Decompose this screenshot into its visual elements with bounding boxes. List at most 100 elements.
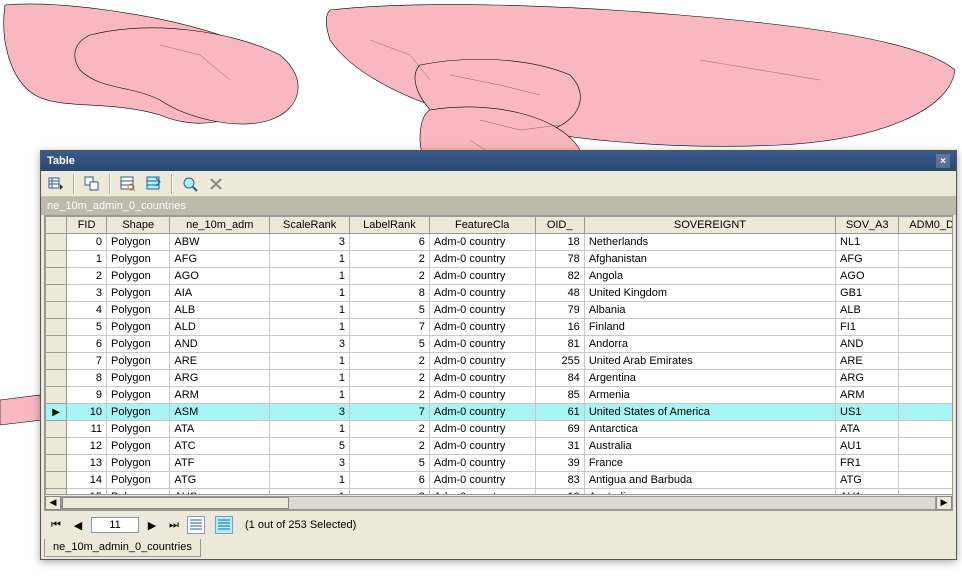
cell-dif[interactable]: 0 <box>899 472 952 489</box>
cell-fid[interactable]: 3 <box>67 285 107 302</box>
cell-scale[interactable]: 1 <box>270 251 350 268</box>
cell-label[interactable]: 5 <box>350 336 430 353</box>
cell-dif[interactable]: 0 <box>899 268 952 285</box>
cell-adm[interactable]: AIA <box>170 285 270 302</box>
cell-shape[interactable]: Polygon <box>107 438 170 455</box>
cell-sov[interactable]: United States of America <box>584 404 835 421</box>
cell-fid[interactable]: 10 <box>67 404 107 421</box>
cell-feat[interactable]: Adm-0 country <box>429 336 535 353</box>
row-selector[interactable] <box>46 353 67 370</box>
cell-shape[interactable]: Polygon <box>107 353 170 370</box>
cell-shape[interactable]: Polygon <box>107 455 170 472</box>
cell-shape[interactable]: Polygon <box>107 387 170 404</box>
table-row[interactable]: 2PolygonAGO12Adm-0 country82AngolaAGO02S… <box>46 268 953 285</box>
table-row[interactable]: 6PolygonAND35Adm-0 country81AndorraAND02… <box>46 336 953 353</box>
cell-adm[interactable]: AND <box>170 336 270 353</box>
cell-sov[interactable]: Antigua and Barbuda <box>584 472 835 489</box>
horizontal-scrollbar[interactable]: ◀ ▶ <box>45 494 952 510</box>
table-row[interactable]: 12PolygonATC52Adm-0 country31AustraliaAU… <box>46 438 953 455</box>
col-shape[interactable]: Shape <box>107 217 170 234</box>
cell-oid[interactable]: 48 <box>535 285 584 302</box>
grid-scroll-area[interactable]: FID Shape ne_10m_adm ScaleRank LabelRank… <box>45 216 952 494</box>
row-selector[interactable] <box>46 302 67 319</box>
cell-a3[interactable]: AU1 <box>836 438 899 455</box>
cell-dif[interactable]: 0 <box>899 336 952 353</box>
cell-scale[interactable]: 1 <box>270 353 350 370</box>
cell-fid[interactable]: 11 <box>67 421 107 438</box>
cell-dif[interactable]: 1 <box>899 319 952 336</box>
row-selector[interactable] <box>46 455 67 472</box>
cell-dif[interactable]: 1 <box>899 438 952 455</box>
col-labelrank[interactable]: LabelRank <box>350 217 430 234</box>
cell-a3[interactable]: FI1 <box>836 319 899 336</box>
close-button[interactable]: × <box>936 154 950 168</box>
cell-dif[interactable]: 1 <box>899 285 952 302</box>
nav-first-button[interactable]: ⏮ <box>47 516 65 534</box>
cell-scale[interactable]: 1 <box>270 268 350 285</box>
scroll-right-button[interactable]: ▶ <box>936 496 952 510</box>
row-selector[interactable] <box>46 472 67 489</box>
cell-feat[interactable]: Adm-0 country <box>429 251 535 268</box>
cell-oid[interactable]: 85 <box>535 387 584 404</box>
cell-sov[interactable]: United Arab Emirates <box>584 353 835 370</box>
cell-label[interactable]: 2 <box>350 268 430 285</box>
cell-label[interactable]: 7 <box>350 404 430 421</box>
cell-adm[interactable]: ASM <box>170 404 270 421</box>
cell-scale[interactable]: 3 <box>270 455 350 472</box>
cell-oid[interactable]: 39 <box>535 455 584 472</box>
cell-feat[interactable]: Adm-0 country <box>429 370 535 387</box>
row-selector[interactable] <box>46 336 67 353</box>
cell-oid[interactable]: 81 <box>535 336 584 353</box>
cell-oid[interactable]: 83 <box>535 472 584 489</box>
cell-fid[interactable]: 1 <box>67 251 107 268</box>
cell-adm[interactable]: ATG <box>170 472 270 489</box>
cell-feat[interactable]: Adm-0 country <box>429 404 535 421</box>
table-tab[interactable]: ne_10m_admin_0_countries <box>44 539 201 557</box>
row-selector[interactable]: ▶ <box>46 404 67 421</box>
table-row[interactable]: 3PolygonAIA18Adm-0 country48United Kingd… <box>46 285 953 302</box>
cell-label[interactable]: 7 <box>350 319 430 336</box>
cell-fid[interactable]: 13 <box>67 455 107 472</box>
cell-fid[interactable]: 12 <box>67 438 107 455</box>
cell-label[interactable]: 5 <box>350 455 430 472</box>
cell-sov[interactable]: Australia <box>584 438 835 455</box>
cell-a3[interactable]: FR1 <box>836 455 899 472</box>
nav-prev-button[interactable]: ◀ <box>69 516 87 534</box>
cell-a3[interactable]: ATA <box>836 421 899 438</box>
cell-shape[interactable]: Polygon <box>107 319 170 336</box>
col-sovereignt[interactable]: SOVEREIGNT <box>584 217 835 234</box>
select-by-attributes-button[interactable] <box>117 173 139 195</box>
cell-feat[interactable]: Adm-0 country <box>429 421 535 438</box>
cell-a3[interactable]: ARM <box>836 387 899 404</box>
cell-oid[interactable]: 82 <box>535 268 584 285</box>
cell-adm[interactable]: AGO <box>170 268 270 285</box>
cell-adm[interactable]: ALD <box>170 319 270 336</box>
show-selected-records-button[interactable] <box>215 516 233 534</box>
cell-sov[interactable]: Netherlands <box>584 234 835 251</box>
cell-label[interactable]: 5 <box>350 302 430 319</box>
cell-sov[interactable]: Finland <box>584 319 835 336</box>
cell-sov[interactable]: Argentina <box>584 370 835 387</box>
cell-dif[interactable]: 0 <box>899 421 952 438</box>
cell-feat[interactable]: Adm-0 country <box>429 234 535 251</box>
cell-scale[interactable]: 1 <box>270 472 350 489</box>
cell-sov[interactable]: Angola <box>584 268 835 285</box>
table-row[interactable]: 5PolygonALD17Adm-0 country16FinlandFI112… <box>46 319 953 336</box>
nav-position-input[interactable] <box>91 517 139 533</box>
col-sova3[interactable]: SOV_A3 <box>836 217 899 234</box>
row-selector[interactable] <box>46 387 67 404</box>
cell-dif[interactable]: 1 <box>899 404 952 421</box>
cell-oid[interactable]: 31 <box>535 438 584 455</box>
table-row[interactable]: 1PolygonAFG12Adm-0 country78AfghanistanA… <box>46 251 953 268</box>
table-options-button[interactable] <box>45 173 67 195</box>
cell-label[interactable]: 8 <box>350 285 430 302</box>
cell-feat[interactable]: Adm-0 country <box>429 319 535 336</box>
cell-adm[interactable]: ALB <box>170 302 270 319</box>
cell-shape[interactable]: Polygon <box>107 251 170 268</box>
col-scalerank[interactable]: ScaleRank <box>270 217 350 234</box>
cell-fid[interactable]: 14 <box>67 472 107 489</box>
cell-a3[interactable]: ALB <box>836 302 899 319</box>
cell-adm[interactable]: ARE <box>170 353 270 370</box>
cell-sov[interactable]: Albania <box>584 302 835 319</box>
table-row[interactable]: 7PolygonARE12Adm-0 country255United Arab… <box>46 353 953 370</box>
